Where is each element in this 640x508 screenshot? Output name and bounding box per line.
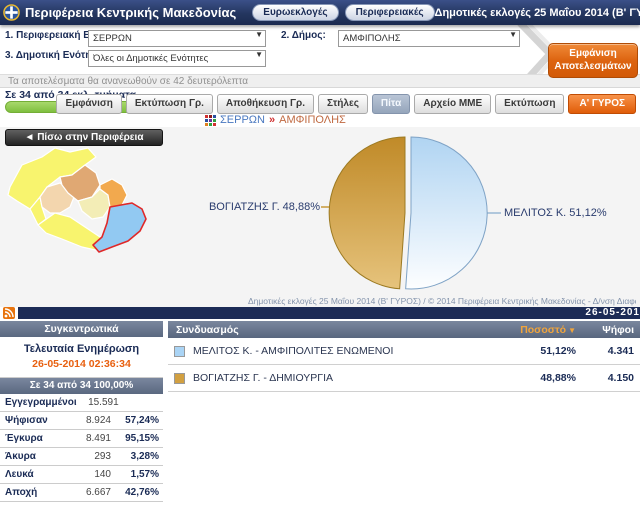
regional-unit-select[interactable]: ΣΕΡΡΩΝ (88, 30, 266, 47)
municipality-select-wrap: ΑΜΦΙΠΟΛΗΣ ▼ (338, 28, 520, 45)
columns-view-button[interactable]: Στήλες (318, 94, 368, 114)
color-grid-icon (205, 115, 216, 126)
pie-chart (320, 127, 505, 307)
summary-panel: Συγκεντρωτικά Τελευταία Ενημέρωση 26-05-… (0, 321, 163, 502)
coalition-percent: 48,88% (484, 372, 576, 384)
back-to-region-button[interactable]: ◄ Πίσω στην Περιφέρεια (5, 129, 163, 146)
show-results-button[interactable]: Εμφάνιση Αποτελεσμάτων (548, 43, 638, 78)
breadcrumb: ΣΕΡΡΩΝ » ΑΜΦΙΠΟΛΗΣ (205, 114, 346, 126)
stat-percent: 3,28% (111, 451, 163, 462)
municipal-unit-select[interactable]: Όλες οι Δημοτικές Ενότητες (88, 50, 266, 67)
coalition-name: ΒΟΓΙΑΤΖΗΣ Γ. - ΔΗΜΙΟΥΡΓΙΑ (193, 372, 484, 384)
ticker-date-text: 26-05-201 (18, 307, 640, 319)
municipal-unit-select-wrap: Όλες οι Δημοτικές Ενότητες ▼ (88, 48, 266, 65)
date-ticker-row: 26-05-201 (0, 307, 640, 319)
region-logo-icon (3, 4, 20, 21)
table-row: Ψήφισαν 8.924 57,24% (0, 412, 163, 430)
stat-value: 8.491 (61, 433, 111, 444)
stat-value: 140 (61, 469, 111, 480)
municipality-label: 2. Δήμος: (281, 30, 326, 41)
pie-view-button[interactable]: Πίτα (372, 94, 410, 114)
coverage-header: Σε 34 από 34 100,00% (0, 378, 163, 394)
coalition-votes: 4.150 (576, 372, 640, 384)
media-archive-button[interactable]: Αρχείο ΜΜΕ (414, 94, 491, 114)
last-update-label: Τελευταία Ενημέρωση (0, 343, 163, 355)
stat-percent: 57,24% (111, 415, 163, 426)
pie-label-vogiatzis: ΒΟΓΙΑΤΖΗΣ Γ. 48,88% (209, 201, 320, 213)
nav-euroelections-button[interactable]: Ευρωεκλογές (252, 4, 338, 21)
stat-value: 6.667 (61, 487, 111, 498)
toolbar-row: Σε 34 από 34 εκλ. τμήματα 100,00% Εμφάνι… (0, 88, 640, 127)
coalition-name: ΜΕΛΙΤΟΣ Κ. - ΑΜΦΙΠΟΛΙΤΕΣ ΕΝΩΜΕΝΟΙ (193, 345, 484, 357)
results-section: Συγκεντρωτικά Τελευταία Ενημέρωση 26-05-… (0, 319, 640, 508)
column-header-percent[interactable]: Ποσοστό▼ (484, 324, 576, 336)
save-graph-button[interactable]: Αποθήκευση Γρ. (217, 94, 314, 114)
table-row[interactable]: ΒΟΓΙΑΤΖΗΣ Γ. - ΔΗΜΙΟΥΡΓΙΑ 48,88% 4.150 (168, 365, 640, 392)
table-row: Έγκυρα 8.491 95,15% (0, 430, 163, 448)
show-button[interactable]: Εμφάνιση (56, 94, 121, 114)
coalition-color-swatch (174, 346, 185, 357)
stat-value: 293 (61, 451, 111, 462)
stat-percent: 1,57% (111, 469, 163, 480)
pie-slice-vogiatzis[interactable] (329, 137, 405, 289)
stat-percent: 95,15% (111, 433, 163, 444)
stat-label: Ψήφισαν (0, 415, 61, 426)
refresh-countdown-text: Τα αποτελέσματα θα ανανεωθούν σε 42 δευτ… (0, 74, 640, 88)
table-row: Εγγεγραμμένοι 15.591 (0, 394, 163, 412)
last-update-cell: Τελευταία Ενημέρωση 26-05-2014 02:36:34 (0, 337, 163, 378)
candidates-table: Συνδυασμός Ποσοστό▼ Ψήφοι ΜΕΛΙΤΟΣ Κ. - Α… (168, 321, 640, 392)
first-round-button[interactable]: Α' ΓΥΡΟΣ (568, 94, 636, 114)
election-type-nav: Ευρωεκλογές Περιφερειακές (252, 4, 434, 21)
stat-label: Λευκά (0, 469, 61, 480)
last-update-timestamp: 26-05-2014 02:36:34 (0, 358, 163, 370)
stat-value: 15.591 (77, 397, 119, 408)
breadcrumb-separator: » (269, 114, 275, 126)
column-header-percent-label: Ποσοστό (520, 324, 566, 336)
current-election-label: Δημοτικές εκλογές 25 Μαΐου 2014 (Β' ΓΥΡΟ… (435, 7, 640, 19)
coalition-votes: 4.341 (576, 345, 640, 357)
stat-percent: 42,76% (111, 487, 163, 498)
regional-unit-select-wrap: ΣΕΡΡΩΝ ▼ (88, 28, 266, 45)
election-results-page: Περιφέρεια Κεντρικής Μακεδονίας Ευρωεκλο… (0, 0, 640, 508)
stat-label: Άκυρα (0, 451, 61, 462)
pie-slice-melitos[interactable] (406, 137, 488, 289)
summary-panel-title: Συγκεντρωτικά (0, 321, 163, 337)
table-row: Άκυρα 293 3,28% (0, 448, 163, 466)
print-button[interactable]: Εκτύπωση (495, 94, 564, 114)
stat-label: Αποχή (0, 487, 61, 498)
sort-desc-icon: ▼ (568, 326, 576, 335)
stat-value: 8.924 (61, 415, 111, 426)
breadcrumb-region-link[interactable]: ΣΕΡΡΩΝ (220, 114, 265, 126)
column-header-coalition: Συνδυασμός (168, 324, 484, 336)
stat-label: Εγγεγραμμένοι (0, 397, 77, 408)
pie-label-melitos: ΜΕΛΙΤΟΣ Κ. 51,12% (504, 207, 607, 219)
print-graph-button[interactable]: Εκτύπωση Γρ. (126, 94, 213, 114)
table-row[interactable]: ΜΕΛΙΤΟΣ Κ. - ΑΜΦΙΠΟΛΙΤΕΣ ΕΝΩΜΕΝΟΙ 51,12%… (168, 338, 640, 365)
stat-label: Έγκυρα (0, 433, 61, 444)
chart-copyright-text: Δημοτικές εκλογές 25 Μαΐου 2014 (Β' ΓΥΡΟ… (248, 296, 636, 306)
nav-regional-button[interactable]: Περιφερειακές (345, 4, 435, 21)
table-row: Λευκά 140 1,57% (0, 466, 163, 484)
map-and-chart-area: ◄ Πίσω στην Περιφέρεια (0, 127, 640, 307)
region-map[interactable] (0, 147, 170, 305)
page-title: Περιφέρεια Κεντρικής Μακεδονίας (25, 5, 236, 20)
table-row: Αποχή 6.667 42,76% (0, 484, 163, 502)
breadcrumb-municipality: ΑΜΦΙΠΟΛΗΣ (279, 114, 346, 126)
top-header-bar: Περιφέρεια Κεντρικής Μακεδονίας Ευρωεκλο… (0, 0, 640, 25)
coalition-percent: 51,12% (484, 345, 576, 357)
rss-icon[interactable] (3, 307, 15, 319)
filter-panel: 1. Περιφερειακή Ενότ.: ΣΕΡΡΩΝ ▼ 2. Δήμος… (0, 25, 640, 88)
column-header-votes[interactable]: Ψήφοι (576, 324, 640, 336)
chart-toolbar: Εμφάνιση Εκτύπωση Γρ. Αποθήκευση Γρ. Στή… (56, 94, 636, 114)
candidates-table-header: Συνδυασμός Ποσοστό▼ Ψήφοι (168, 321, 640, 338)
coalition-color-swatch (174, 373, 185, 384)
municipality-select[interactable]: ΑΜΦΙΠΟΛΗΣ (338, 30, 520, 47)
